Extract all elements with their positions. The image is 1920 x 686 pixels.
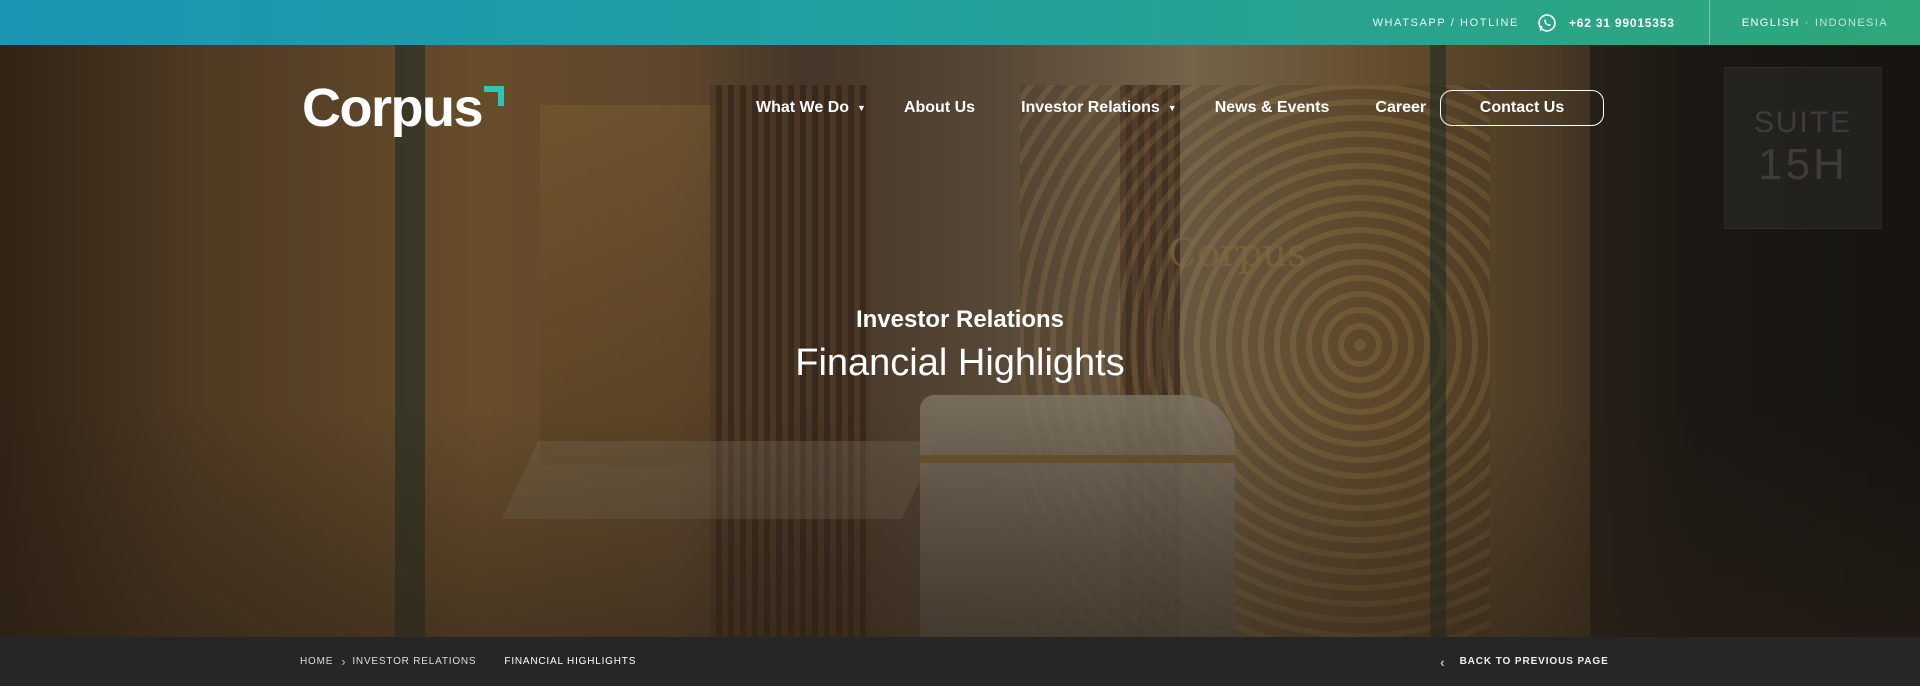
contact-us-button[interactable]: Contact Us	[1440, 90, 1604, 126]
breadcrumb-home[interactable]: HOME	[300, 656, 333, 667]
caret-down-icon: ▼	[857, 103, 866, 113]
lang-english[interactable]: ENGLISH	[1742, 17, 1800, 29]
logo-corner-mark-icon	[484, 86, 504, 106]
nav-investor-relations[interactable]: Investor Relations ▼	[1021, 99, 1177, 117]
top-bar: WHATSAPP / HOTLINE +62 31 99015353 ENGLI…	[0, 0, 1920, 45]
hotline-number-link[interactable]: +62 31 99015353	[1569, 16, 1675, 30]
breadcrumb-bar: HOME › INVESTOR RELATIONS FINANCIAL HIGH…	[0, 637, 1920, 686]
caret-down-icon: ▼	[1167, 103, 1177, 113]
nav-career[interactable]: Career	[1375, 99, 1426, 117]
page-title: Financial Highlights	[795, 342, 1125, 384]
nav-label: About Us	[903, 99, 976, 116]
breadcrumb: HOME › INVESTOR RELATIONS FINANCIAL HIGH…	[300, 637, 636, 686]
nav-about-us[interactable]: About Us	[904, 99, 975, 117]
nav-label: What We Do	[756, 99, 850, 116]
back-label: BACK TO PREVIOUS PAGE	[1459, 656, 1609, 667]
main-nav: What We Do ▼ About Us Investor Relations…	[756, 88, 1472, 128]
nav-label: News & Events	[1214, 99, 1330, 116]
nav-label: Investor Relations	[1021, 99, 1160, 116]
nav-news-events[interactable]: News & Events	[1215, 99, 1330, 117]
nav-label: Career	[1375, 99, 1427, 116]
breadcrumb-investor-relations[interactable]: INVESTOR RELATIONS	[352, 656, 476, 667]
breadcrumb-current: FINANCIAL HIGHLIGHTS	[504, 656, 637, 667]
hero-banner: Corpus SUITE 15H	[0, 45, 1920, 637]
chevron-right-icon: ›	[341, 654, 347, 669]
hero-subtitle: Investor Relations	[855, 306, 1065, 333]
nav-what-we-do[interactable]: What We Do ▼	[756, 99, 866, 117]
site-logo[interactable]: Corpus	[302, 78, 504, 138]
language-switcher: ENGLISH · INDONESIA	[1710, 17, 1920, 29]
hero-overlay	[0, 45, 1920, 637]
lang-separator: ·	[1804, 16, 1810, 29]
chevron-left-icon: ‹	[1440, 653, 1446, 670]
lang-indonesia[interactable]: INDONESIA	[1815, 17, 1888, 29]
logo-wordmark: Corpus	[302, 78, 484, 138]
hotline-label: WHATSAPP / HOTLINE	[1372, 16, 1519, 29]
whatsapp-icon[interactable]	[1537, 13, 1557, 33]
back-to-previous-page-link[interactable]: ‹ BACK TO PREVIOUS PAGE	[1440, 637, 1609, 686]
